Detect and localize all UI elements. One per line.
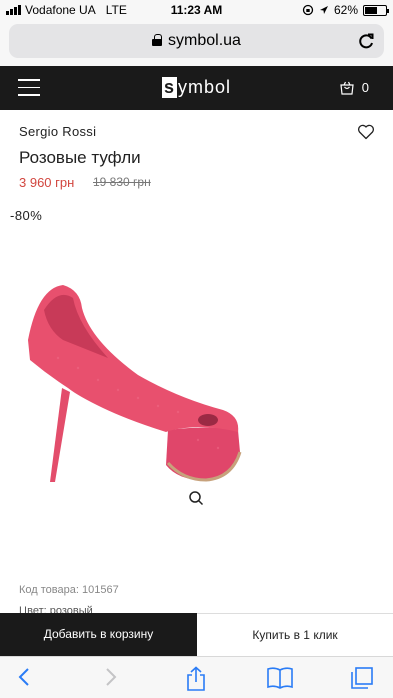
- rotation-lock-icon: [302, 4, 314, 16]
- browser-toolbar: [0, 656, 393, 698]
- status-bar: Vodafone UA LTE 11:23 AM 62%: [0, 0, 393, 20]
- buy-one-click-button[interactable]: Купить в 1 клик: [197, 613, 393, 656]
- product-color: Цвет: розовый: [19, 605, 93, 613]
- cart-count: 0: [361, 80, 369, 95]
- shoe-peep-toe: [198, 414, 218, 426]
- shoe-heel: [50, 388, 70, 482]
- back-icon[interactable]: [16, 666, 32, 688]
- site-logo[interactable]: s ymbol: [0, 77, 393, 98]
- add-to-cart-button[interactable]: Добавить в корзину: [0, 613, 197, 656]
- browser-address-area: symbol.ua: [0, 20, 393, 66]
- forward-icon[interactable]: [103, 666, 119, 688]
- bookmarks-icon[interactable]: [266, 666, 294, 690]
- share-icon[interactable]: [184, 666, 208, 692]
- location-icon: [319, 6, 328, 14]
- product-title: Розовые туфли: [19, 148, 141, 167]
- address-url[interactable]: symbol.ua: [168, 32, 241, 49]
- reload-icon[interactable]: [356, 31, 376, 51]
- product-image[interactable]: [18, 280, 248, 490]
- battery-icon: [363, 4, 389, 16]
- battery-percent: 62%: [333, 3, 358, 17]
- product-sku: Код товара: 101567: [19, 584, 119, 596]
- address-url-wrap[interactable]: symbol.ua: [9, 32, 384, 50]
- cart-icon: [340, 81, 354, 95]
- address-bar[interactable]: symbol.ua: [9, 24, 384, 58]
- zoom-icon[interactable]: [188, 490, 204, 506]
- status-right: 62%: [302, 3, 389, 17]
- price-old: 19 830 грн: [93, 175, 151, 189]
- product-brand[interactable]: Sergio Rossi: [19, 124, 96, 139]
- lock-icon: [152, 34, 163, 46]
- site-header: s ymbol 0: [0, 66, 393, 110]
- battery-fill: [365, 6, 378, 14]
- logo-box: s: [161, 77, 177, 98]
- discount-badge: -80%: [10, 208, 43, 223]
- logo-text: ymbol: [178, 77, 232, 97]
- heart-icon[interactable]: [357, 123, 375, 141]
- tabs-icon[interactable]: [350, 666, 374, 690]
- cart-button[interactable]: 0: [340, 80, 369, 95]
- price-current: 3 960 грн: [19, 175, 75, 190]
